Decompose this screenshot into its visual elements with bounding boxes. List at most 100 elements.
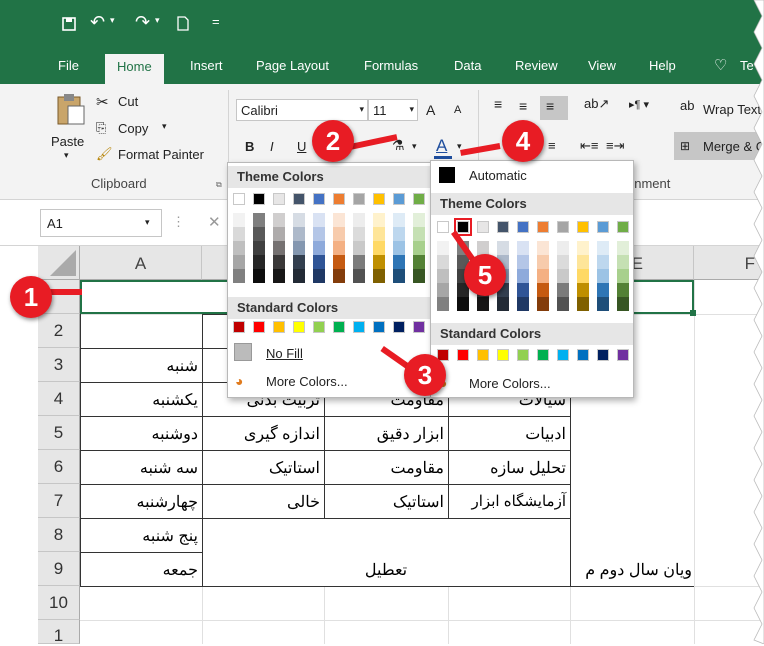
theme-shade-swatch[interactable] — [313, 227, 325, 241]
theme-shade-swatch[interactable] — [537, 269, 549, 283]
theme-shade-swatch[interactable] — [293, 227, 305, 241]
row-header-8[interactable]: 8 — [38, 518, 80, 552]
row-header-2[interactable]: 2 — [38, 314, 80, 348]
standard-color-swatch[interactable] — [333, 321, 345, 333]
standard-color-swatch[interactable] — [313, 321, 325, 333]
standard-color-swatch[interactable] — [393, 321, 405, 333]
theme-shade-swatch[interactable] — [293, 255, 305, 269]
theme-shade-swatch[interactable] — [413, 269, 425, 283]
name-box[interactable]: A1 ▾ — [40, 209, 162, 237]
theme-shade-swatch[interactable] — [437, 255, 449, 269]
theme-color-swatch[interactable] — [617, 221, 629, 233]
save-icon[interactable] — [62, 17, 76, 31]
theme-shade-swatch[interactable] — [333, 255, 345, 269]
no-fill-button[interactable]: No Fill — [266, 346, 303, 361]
row-header-9[interactable]: 9 — [38, 552, 80, 586]
cancel-icon[interactable]: ✕ — [208, 213, 221, 231]
tab-data[interactable]: Data — [454, 58, 481, 73]
theme-shade-swatch[interactable] — [597, 269, 609, 283]
theme-shade-swatch[interactable] — [373, 269, 385, 283]
cell-d5[interactable]: ادبیات — [452, 424, 566, 444]
theme-shade-swatch[interactable] — [393, 227, 405, 241]
theme-shade-swatch[interactable] — [557, 283, 569, 297]
standard-color-swatch[interactable] — [617, 349, 629, 361]
row-header-3[interactable]: 3 — [38, 348, 80, 382]
theme-shade-swatch[interactable] — [517, 241, 529, 255]
theme-shade-swatch[interactable] — [413, 213, 425, 227]
theme-color-swatch[interactable] — [557, 221, 569, 233]
cell-b8-merged[interactable]: تعطیل — [202, 560, 570, 580]
theme-shade-swatch[interactable] — [577, 269, 589, 283]
undo-dropdown-icon[interactable]: ▾ — [110, 15, 115, 26]
theme-shade-swatch[interactable] — [313, 269, 325, 283]
theme-shade-swatch[interactable] — [577, 255, 589, 269]
theme-shade-swatch[interactable] — [393, 255, 405, 269]
theme-color-swatch[interactable] — [477, 221, 489, 233]
increase-indent-icon[interactable]: ≡⇥ — [606, 138, 624, 154]
theme-shade-swatch[interactable] — [413, 241, 425, 255]
standard-color-swatch[interactable] — [597, 349, 609, 361]
lightbulb-icon[interactable]: ♡ — [714, 56, 727, 74]
theme-shade-swatch[interactable] — [557, 255, 569, 269]
cell-b5[interactable]: اندازه گیری — [206, 424, 320, 444]
cell-a4[interactable]: یکشنبه — [84, 390, 198, 410]
cell-c6[interactable]: مقاومت — [328, 458, 444, 478]
align-right-icon[interactable]: ≡ — [548, 138, 556, 153]
tab-file[interactable]: File — [58, 58, 79, 73]
theme-shade-swatch[interactable] — [333, 227, 345, 241]
theme-shade-swatch[interactable] — [617, 297, 629, 311]
standard-color-swatch[interactable] — [497, 349, 509, 361]
font-size-box[interactable]: 11 ▾ — [368, 99, 418, 121]
theme-shade-swatch[interactable] — [353, 269, 365, 283]
theme-color-swatch[interactable] — [293, 193, 305, 205]
theme-shade-swatch[interactable] — [233, 227, 245, 241]
theme-shade-swatch[interactable] — [373, 241, 385, 255]
tab-view[interactable]: View — [588, 58, 616, 73]
select-all-corner[interactable] — [38, 246, 80, 280]
cell-a3[interactable]: شنبه — [84, 356, 198, 376]
italic-button[interactable]: I — [270, 139, 274, 154]
theme-shade-swatch[interactable] — [557, 297, 569, 311]
fill-color-dropdown-icon[interactable]: ▾ — [412, 141, 417, 152]
tab-insert[interactable]: Insert — [190, 58, 223, 73]
theme-shade-swatch[interactable] — [537, 283, 549, 297]
theme-shade-swatch[interactable] — [293, 241, 305, 255]
automatic-swatch[interactable] — [439, 167, 455, 183]
theme-shade-swatch[interactable] — [537, 241, 549, 255]
theme-shade-swatch[interactable] — [597, 283, 609, 297]
theme-shade-swatch[interactable] — [437, 283, 449, 297]
theme-shade-swatch[interactable] — [273, 255, 285, 269]
decrease-indent-icon[interactable]: ⇤≡ — [580, 138, 598, 154]
theme-shade-swatch[interactable] — [333, 241, 345, 255]
standard-color-swatch[interactable] — [253, 321, 265, 333]
tab-help[interactable]: Help — [649, 58, 676, 73]
paste-icon[interactable] — [54, 92, 86, 126]
underline-button[interactable]: U — [297, 139, 306, 154]
theme-shade-swatch[interactable] — [253, 269, 265, 283]
theme-color-swatch[interactable] — [393, 193, 405, 205]
cell-a5[interactable]: دوشنبه — [84, 424, 199, 444]
row-header-11[interactable]: 1 — [38, 620, 80, 645]
theme-shade-swatch[interactable] — [437, 269, 449, 283]
new-document-icon[interactable] — [177, 16, 189, 31]
theme-shade-swatch[interactable] — [597, 241, 609, 255]
theme-shade-swatch[interactable] — [233, 213, 245, 227]
theme-shade-swatch[interactable] — [413, 255, 425, 269]
theme-shade-swatch[interactable] — [293, 269, 305, 283]
theme-shade-swatch[interactable] — [233, 241, 245, 255]
theme-color-swatch[interactable] — [273, 193, 285, 205]
theme-shade-swatch[interactable] — [393, 213, 405, 227]
theme-shade-swatch[interactable] — [353, 213, 365, 227]
row-header-5[interactable]: 5 — [38, 416, 80, 450]
format-painter-button[interactable]: Format Painter — [118, 147, 204, 162]
tab-page-layout[interactable]: Page Layout — [256, 58, 329, 73]
theme-shade-swatch[interactable] — [313, 213, 325, 227]
bold-button[interactable]: B — [245, 139, 254, 154]
theme-color-swatch[interactable] — [373, 193, 385, 205]
column-header-a[interactable]: A — [80, 246, 202, 280]
theme-shade-swatch[interactable] — [233, 255, 245, 269]
clipboard-launcher-icon[interactable]: ⧉ — [216, 180, 222, 190]
theme-shade-swatch[interactable] — [477, 241, 489, 255]
automatic-button[interactable]: Automatic — [469, 168, 527, 183]
cell-d7[interactable]: آزمایشگاه ابزار — [452, 492, 566, 510]
